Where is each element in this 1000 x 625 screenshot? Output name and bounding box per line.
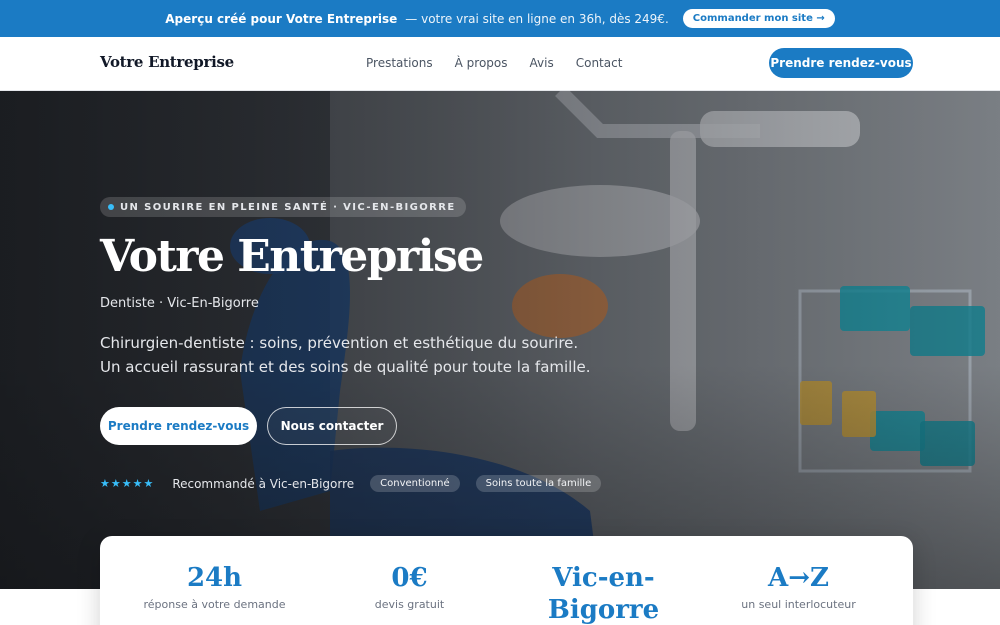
stat-item: 0€ devis gratuit	[308, 562, 511, 611]
stat-label: réponse à votre demande	[143, 598, 286, 611]
stat-value: Vic-en-Bigorre	[547, 563, 660, 625]
stats-card: 24h réponse à votre demande 0€ devis gra…	[100, 536, 913, 625]
stat-label: devis gratuit	[374, 598, 445, 611]
main-nav: Prestations À propos Avis Contact	[366, 56, 622, 70]
hero-contact-button[interactable]: Nous contacter	[267, 407, 397, 445]
stat-item: 24h réponse à votre demande	[113, 562, 316, 611]
hero-section: UN SOURIRE EN PLEINE SANTÉ · VIC-EN-BIGO…	[0, 91, 1000, 589]
promo-headline: Aperçu créé pour Votre Entreprise	[165, 11, 398, 26]
nav-item-prestations[interactable]: Prestations	[366, 56, 433, 70]
hero-appointment-button[interactable]: Prendre rendez-vous	[100, 407, 257, 445]
order-site-button[interactable]: Commander mon site →	[682, 9, 835, 28]
trust-row: ★★★★★ Recommandé à Vic-en-Bigorre Conven…	[100, 475, 602, 492]
stat-value: 24h	[186, 563, 243, 593]
hero-description: Chirurgien-dentiste : soins, prévention …	[100, 334, 591, 376]
promo-bar: Aperçu créé pour Votre Entreprise — votr…	[0, 0, 1000, 37]
trust-text: Recommandé à Vic-en-Bigorre	[172, 476, 355, 491]
nav-item-avis[interactable]: Avis	[530, 56, 554, 70]
stat-value: A→Z	[768, 563, 829, 593]
chip-famille: Soins toute la famille	[475, 475, 602, 492]
hero-eyebrow: UN SOURIRE EN PLEINE SANTÉ · VIC-EN-BIGO…	[100, 197, 466, 217]
chip-conventionne: Conventionné	[370, 475, 460, 492]
accent-dot-icon	[108, 204, 114, 210]
hero-title: Votre Entreprise	[100, 231, 484, 282]
nav-item-a-propos[interactable]: À propos	[455, 56, 508, 70]
rating-stars-icon: ★★★★★	[100, 477, 155, 490]
stat-label: un seul interlocuteur	[741, 598, 856, 611]
hero-subtitle: Dentiste · Vic-En-Bigorre	[100, 296, 259, 311]
site-header: Votre Entreprise Prestations À propos Av…	[0, 37, 1000, 91]
stat-item: Vic-en-Bigorre	[502, 562, 705, 625]
logo[interactable]: Votre Entreprise	[100, 53, 234, 71]
nav-item-contact[interactable]: Contact	[576, 56, 623, 70]
promo-text: — votre vrai site en ligne en 36h, dès 2…	[405, 11, 669, 26]
stat-item: A→Z un seul interlocuteur	[697, 562, 900, 611]
header-appointment-button[interactable]: Prendre rendez-vous	[769, 48, 913, 78]
stat-value: 0€	[391, 563, 428, 593]
hero-eyebrow-text: UN SOURIRE EN PLEINE SANTÉ · VIC-EN-BIGO…	[120, 201, 456, 213]
